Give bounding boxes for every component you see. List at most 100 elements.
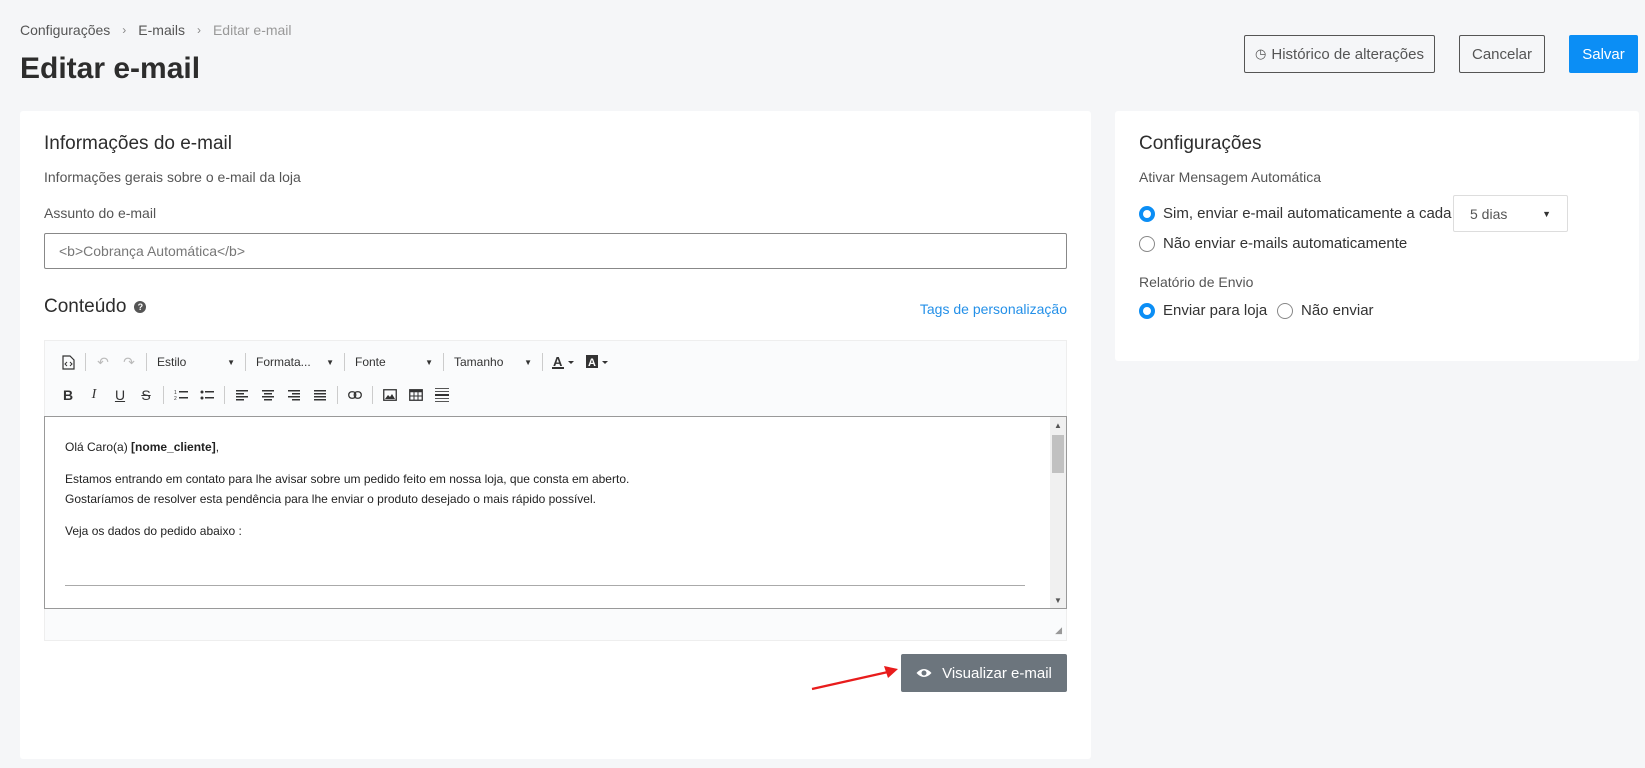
tags-link[interactable]: Tags de personalização	[920, 301, 1067, 317]
radio-checked-icon	[1139, 302, 1155, 319]
underline-icon[interactable]: U	[107, 382, 133, 408]
clock-icon: ◷	[1255, 46, 1267, 61]
scroll-up-icon[interactable]: ▲	[1050, 417, 1066, 433]
format-dropdown-label: Formata...	[256, 355, 311, 369]
report-none-label: Não enviar	[1301, 302, 1374, 319]
interval-select[interactable]: 5 dias ▼	[1453, 195, 1568, 232]
toolbar-divider	[337, 386, 338, 404]
red-arrow-icon	[811, 666, 898, 691]
toolbar-divider	[443, 353, 444, 371]
toolbar-divider	[372, 386, 373, 404]
bullet-list-icon[interactable]	[194, 382, 220, 408]
editor-greeting: Olá Caro(a) [nome_cliente],	[65, 437, 1025, 457]
toolbar-divider	[85, 353, 86, 371]
eye-icon	[916, 665, 932, 681]
link-icon[interactable]	[342, 382, 368, 408]
toolbar-divider	[344, 353, 345, 371]
numbered-list-icon[interactable]: 12	[168, 382, 194, 408]
italic-icon[interactable]: I	[81, 382, 107, 408]
content-editor[interactable]: Olá Caro(a) [nome_cliente], Estamos entr…	[44, 416, 1067, 609]
subject-input[interactable]: <b>Cobrança Automática</b>	[44, 233, 1067, 269]
image-icon[interactable]	[377, 382, 403, 408]
history-button[interactable]: ◷ Histórico de alterações	[1244, 35, 1435, 73]
svg-text:A: A	[553, 355, 563, 369]
caret-down-icon: ▼	[1542, 208, 1551, 219]
greeting-tag: [nome_cliente]	[131, 440, 216, 454]
auto-yes-label: Sim, enviar e-mail automaticamente a cad…	[1163, 205, 1452, 222]
content-title: Conteúdo ?	[44, 296, 147, 318]
toolbar-divider	[146, 353, 147, 371]
radio-unchecked-icon	[1139, 235, 1155, 252]
editor-scrollbar[interactable]: ▲ ▼	[1050, 417, 1066, 608]
report-store-radio[interactable]: Enviar para loja	[1139, 302, 1267, 319]
breadcrumb: Configurações › E-mails › Editar e-mail	[20, 22, 292, 38]
editor-line: Gostaríamos de resolver esta pendência p…	[65, 492, 596, 506]
breadcrumb-configuracoes[interactable]: Configurações	[20, 22, 110, 38]
greeting-prefix: Olá Caro(a)	[65, 440, 132, 454]
email-info-title: Informações do e-mail	[44, 133, 232, 154]
auto-message-label: Ativar Mensagem Automática	[1139, 169, 1322, 185]
caret-down-icon: ▼	[425, 357, 433, 367]
background-color-icon[interactable]: A	[581, 349, 615, 375]
editor-paragraph: Veja os dados do pedido abaixo :	[65, 524, 242, 538]
email-info-subtitle: Informações gerais sobre o e-mail da loj…	[44, 169, 301, 185]
scroll-thumb[interactable]	[1052, 435, 1064, 473]
editor-body: Olá Caro(a) [nome_cliente], Estamos entr…	[65, 437, 1025, 553]
auto-no-radio[interactable]: Não enviar e-mails automaticamente	[1139, 235, 1407, 252]
svg-text:A: A	[588, 357, 596, 369]
align-justify-icon[interactable]	[307, 382, 333, 408]
toolbar-divider	[542, 353, 543, 371]
editor-paragraph: Estamos entrando em contato para lhe avi…	[65, 469, 1025, 509]
report-none-radio[interactable]: Não enviar	[1277, 302, 1374, 319]
align-center-icon[interactable]	[255, 382, 281, 408]
editor-divider	[65, 585, 1025, 586]
breadcrumb-emails[interactable]: E-mails	[138, 22, 185, 38]
content-title-label: Conteúdo	[44, 296, 127, 317]
svg-text:2: 2	[174, 396, 177, 401]
align-right-icon[interactable]	[281, 382, 307, 408]
redo-icon[interactable]: ↷	[116, 349, 142, 375]
preview-email-label: Visualizar e-mail	[942, 664, 1052, 682]
strikethrough-icon[interactable]: S	[133, 382, 159, 408]
style-dropdown-label: Estilo	[157, 355, 187, 369]
editor-line: Estamos entrando em contato para lhe avi…	[65, 472, 630, 486]
table-icon[interactable]	[403, 382, 429, 408]
auto-yes-radio[interactable]: Sim, enviar e-mail automaticamente a cad…	[1139, 205, 1451, 222]
greeting-suffix: ,	[215, 440, 220, 454]
chevron-right-icon: ›	[122, 23, 127, 37]
style-dropdown[interactable]: Estilo ▼	[151, 349, 241, 375]
align-left-icon[interactable]	[229, 382, 255, 408]
subject-label: Assunto do e-mail	[44, 205, 157, 221]
report-label: Relatório de Envio	[1139, 274, 1254, 290]
history-button-label: Histórico de alterações	[1271, 45, 1424, 63]
help-icon[interactable]: ?	[134, 301, 147, 313]
size-dropdown-label: Tamanho	[454, 355, 504, 369]
format-dropdown[interactable]: Formata... ▼	[250, 349, 340, 375]
save-button[interactable]: Salvar	[1569, 35, 1638, 73]
email-info-card: Informações do e-mail Informações gerais…	[20, 111, 1091, 759]
toolbar-divider	[163, 386, 164, 404]
toolbar-divider	[224, 386, 225, 404]
font-dropdown[interactable]: Fonte ▼	[349, 349, 439, 375]
breadcrumb-current: Editar e-mail	[212, 22, 292, 38]
text-color-icon[interactable]: A	[547, 349, 581, 375]
resize-grip-icon[interactable]: ◢	[1055, 625, 1062, 636]
size-dropdown[interactable]: Tamanho ▼	[448, 349, 538, 375]
scroll-down-icon[interactable]: ▼	[1050, 592, 1066, 608]
settings-card: Configurações Ativar Mensagem Automática…	[1115, 111, 1639, 361]
editor-footer: ◢	[44, 609, 1067, 641]
bold-icon[interactable]: B	[55, 382, 81, 408]
chevron-right-icon: ›	[196, 23, 201, 37]
interval-value: 5 dias	[1470, 205, 1508, 222]
undo-icon[interactable]: ↶	[90, 349, 116, 375]
settings-title: Configurações	[1139, 133, 1262, 154]
cancel-button[interactable]: Cancelar	[1459, 35, 1545, 73]
caret-down-icon: ▼	[524, 357, 532, 367]
preview-email-button[interactable]: Visualizar e-mail	[901, 654, 1067, 692]
auto-no-label: Não enviar e-mails automaticamente	[1163, 235, 1408, 252]
source-icon[interactable]	[55, 349, 81, 375]
caret-down-icon: ▼	[227, 357, 235, 367]
horizontal-rule-icon[interactable]	[429, 382, 455, 408]
radio-checked-icon	[1139, 205, 1155, 222]
toolbar-divider	[245, 353, 246, 371]
